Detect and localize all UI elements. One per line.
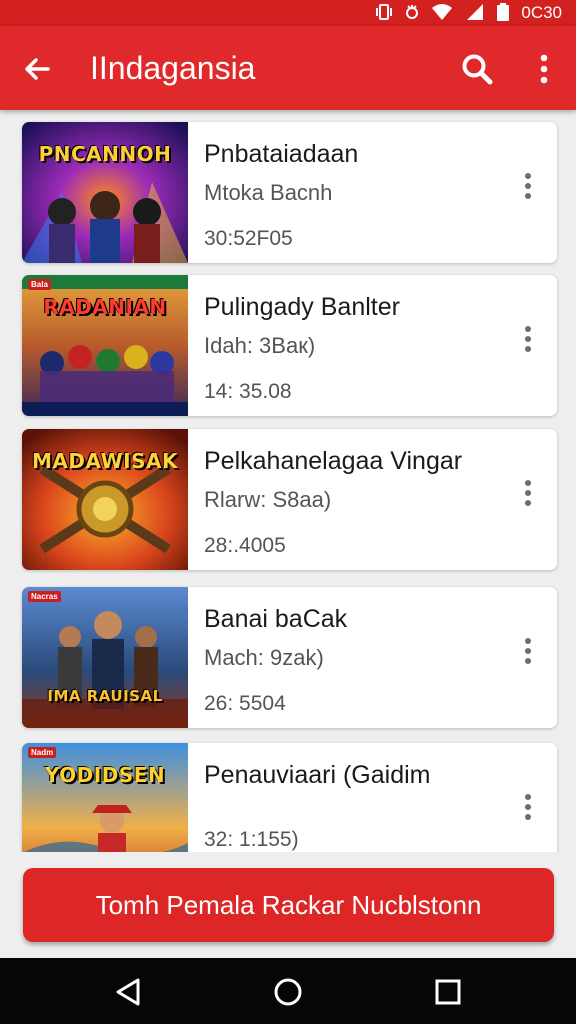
- item-title: Penauviaari (Gaidim: [204, 761, 431, 789]
- item-duration: 32: 1:155): [204, 828, 299, 851]
- primary-action-button[interactable]: Tomh Pemala Rackar Nucblstonn: [23, 868, 554, 942]
- list-item[interactable]: MADAWISAK Pelkahanelagaa Vingar Rlarw: S…: [22, 429, 557, 570]
- item-menu-button[interactable]: [513, 473, 543, 513]
- thumbnail-title: MADAWISAK: [32, 449, 178, 473]
- nav-back-button[interactable]: [108, 972, 148, 1012]
- episode-list[interactable]: PNCANNOH Pnbataiadaan Mtoka Bacnh 30:52F…: [0, 110, 576, 852]
- list-item[interactable]: PNCANNOH Pnbataiadaan Mtoka Bacnh 30:52F…: [22, 122, 557, 263]
- page-title: IIndagansia: [90, 50, 256, 86]
- system-nav-bar: [0, 958, 576, 1024]
- nav-back-icon: [116, 978, 140, 1006]
- back-arrow-icon: [25, 58, 50, 80]
- item-duration: 30:52F05: [204, 227, 293, 250]
- item-menu-button[interactable]: [513, 787, 543, 827]
- search-button[interactable]: [454, 46, 500, 92]
- item-duration: 14: 35.08: [204, 380, 292, 403]
- app-bar: IIndagansia: [0, 26, 576, 110]
- status-time: 0C30: [521, 3, 562, 22]
- item-title: Banai baCak: [204, 605, 348, 633]
- thumbnail: Nadm YODIDSEN: [22, 743, 188, 852]
- list-item[interactable]: Nadm YODIDSEN Penauviaari (Gaidim 32: 1:…: [22, 743, 557, 852]
- item-title: Pulingady Banlter: [204, 293, 400, 321]
- search-icon: [462, 54, 493, 85]
- more-vert-icon: [525, 480, 531, 506]
- alarm-icon: [405, 3, 419, 24]
- list-item[interactable]: Bala RADANIAN Pulingady Banlter Idah: 3B…: [22, 275, 557, 416]
- nav-home-button[interactable]: [268, 972, 308, 1012]
- nav-recents-icon: [435, 979, 461, 1005]
- more-vert-icon: [540, 54, 548, 84]
- thumbnail: MADAWISAK: [22, 429, 188, 570]
- item-subtitle: Idah: 3Baк): [204, 333, 316, 358]
- battery-icon: [497, 2, 510, 24]
- nav-recents-button[interactable]: [428, 972, 468, 1012]
- more-vert-icon: [525, 173, 531, 199]
- more-vert-icon: [525, 326, 531, 352]
- more-vert-icon: [525, 794, 531, 820]
- back-button[interactable]: [14, 46, 60, 92]
- thumbnail-title: YODIDSEN: [44, 763, 166, 787]
- thumbnail-badge: Nacras: [28, 591, 61, 602]
- item-menu-button[interactable]: [513, 319, 543, 359]
- status-bar: 0C30: [0, 0, 576, 26]
- wifi-icon: [431, 3, 453, 24]
- item-title: Pnbataiadaan: [204, 140, 359, 168]
- thumbnail: PNCANNOH: [22, 122, 188, 263]
- bottom-action-area: Tomh Pemala Rackar Nucblstonn: [0, 852, 576, 958]
- thumbnail-title: PNCANNOH: [38, 142, 172, 166]
- thumbnail-title: RADANIAN: [43, 295, 167, 319]
- thumbnail-badge: Nadm: [28, 747, 57, 758]
- nav-home-icon: [274, 978, 302, 1006]
- overflow-menu-button[interactable]: [522, 46, 566, 92]
- thumbnail: Nacras IMA RAUISAL: [22, 587, 188, 728]
- item-subtitle: Mach: 9zak): [204, 645, 324, 670]
- item-menu-button[interactable]: [513, 166, 543, 206]
- signal-icon: [465, 3, 485, 24]
- status-icons: 0C30: [375, 2, 562, 24]
- list-item[interactable]: Nacras IMA RAUISAL Banai baCak Mach: 9za…: [22, 587, 557, 728]
- thumbnail-title: IMA RAUISAL: [47, 687, 163, 705]
- item-subtitle: Mtoka Bacnh: [204, 180, 333, 205]
- thumbnail-badge: Bala: [28, 279, 51, 290]
- item-subtitle: Rlarw: S8aa): [204, 487, 332, 512]
- more-vert-icon: [525, 638, 531, 664]
- vibrate-icon: [375, 3, 393, 24]
- item-duration: 26: 5504: [204, 692, 286, 715]
- item-menu-button[interactable]: [513, 631, 543, 671]
- item-duration: 28:.4005: [204, 534, 286, 557]
- item-title: Pelkahanelagaa Vingar: [204, 447, 463, 475]
- thumbnail: Bala RADANIAN: [22, 275, 188, 416]
